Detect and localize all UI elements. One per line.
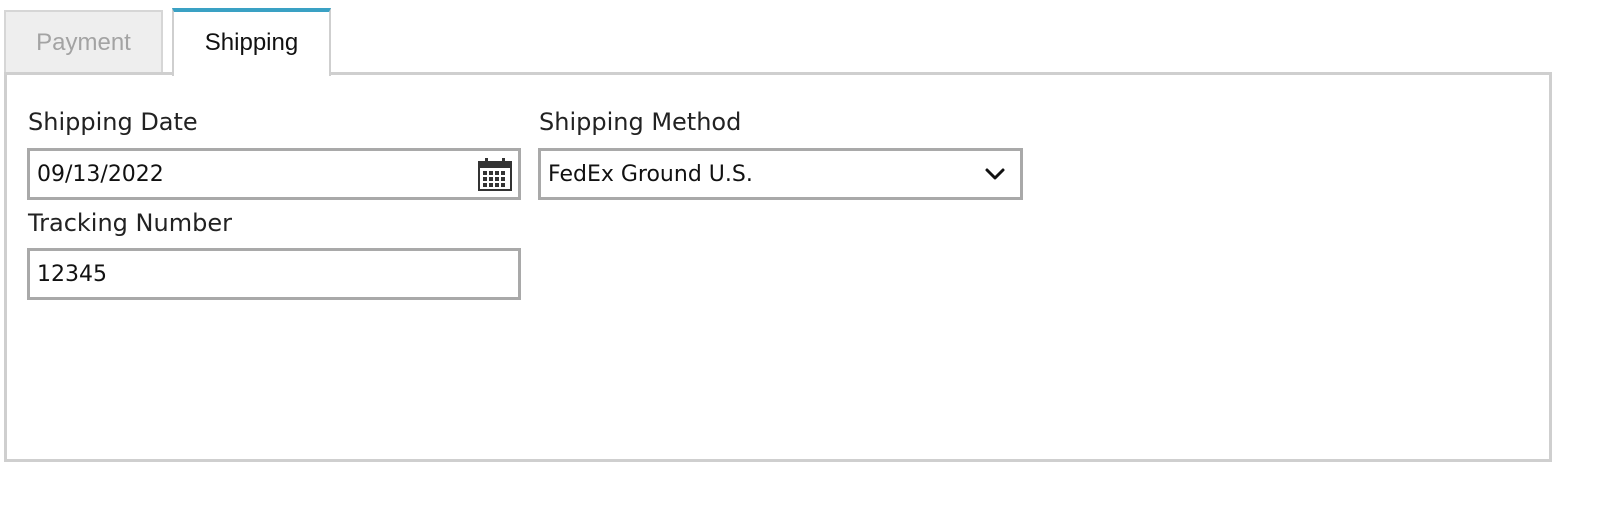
calendar-icon[interactable]	[477, 158, 513, 192]
tab-payment[interactable]: Payment	[4, 10, 163, 74]
shipping-date-label: Shipping Date	[28, 108, 198, 136]
shipping-method-select[interactable]: FedEx Ground U.S.	[538, 148, 1023, 200]
chevron-down-icon	[985, 168, 1005, 180]
shipping-date-value: 09/13/2022	[37, 161, 164, 187]
tracking-number-value: 12345	[37, 261, 107, 287]
shipping-method-value: FedEx Ground U.S.	[548, 161, 753, 187]
shipping-panel: Shipping Date 09/13/2022 Shipping Method…	[4, 72, 1552, 462]
tab-shipping-label: Shipping	[204, 29, 299, 56]
tracking-number-label: Tracking Number	[28, 209, 232, 237]
tab-payment-label: Payment	[36, 29, 131, 56]
shipping-method-label: Shipping Method	[539, 108, 742, 136]
tab-shipping[interactable]: Shipping	[172, 8, 331, 76]
shipping-date-field[interactable]: 09/13/2022	[27, 148, 521, 200]
tracking-number-field[interactable]: 12345	[27, 248, 521, 300]
